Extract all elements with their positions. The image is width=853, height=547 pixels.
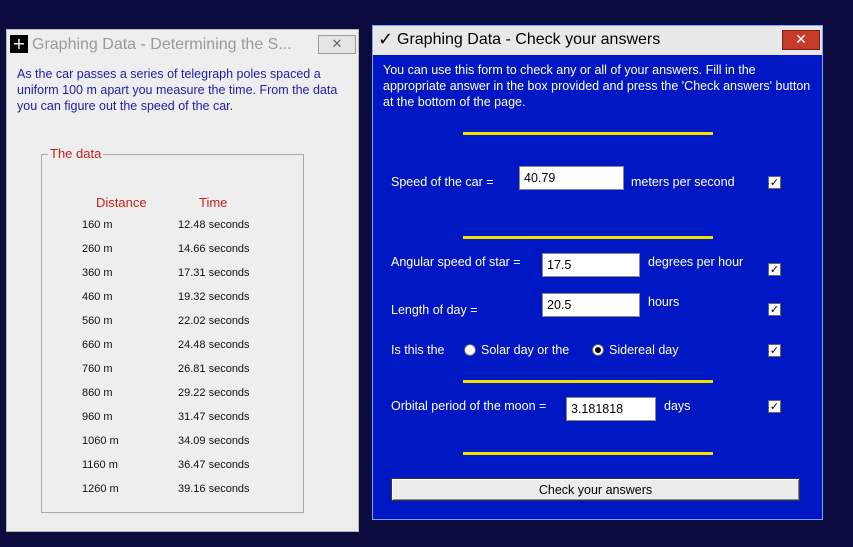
distance-cell: 1160 m bbox=[82, 459, 118, 471]
data-window: + Graphing Data - Determining the S... ✕… bbox=[6, 29, 359, 532]
day-type-checkbox[interactable]: ✓ bbox=[768, 344, 781, 357]
distance-cell: 1060 m bbox=[82, 435, 119, 447]
length-of-day-checkbox[interactable]: ✓ bbox=[768, 303, 781, 316]
data-intro-text: As the car passes a series of telegraph … bbox=[17, 67, 338, 113]
distance-cell: 460 m bbox=[82, 291, 113, 303]
sidereal-day-label: Sidereal day bbox=[609, 343, 679, 357]
time-cell: 17.31 seconds bbox=[178, 267, 250, 279]
distance-cell: 960 m bbox=[82, 411, 113, 423]
distance-cell: 260 m bbox=[82, 243, 113, 255]
data-group-label: The data bbox=[48, 146, 104, 161]
table-row: 1060 m 34.09 seconds bbox=[42, 435, 303, 459]
table-row: 160 m 12.48 seconds bbox=[42, 219, 303, 243]
speed-unit: meters per second bbox=[631, 175, 735, 189]
check-window-title: Graphing Data - Check your answers bbox=[397, 31, 661, 48]
close-button[interactable]: ✕ bbox=[782, 30, 820, 50]
table-row: 760 m 26.81 seconds bbox=[42, 363, 303, 387]
check-window-titlebar[interactable]: ✓ Graphing Data - Check your answers ✕ bbox=[373, 26, 822, 55]
table-row: 460 m 19.32 seconds bbox=[42, 291, 303, 315]
solar-day-radio[interactable] bbox=[464, 344, 476, 356]
sidereal-day-radio[interactable] bbox=[592, 344, 604, 356]
time-cell: 12.48 seconds bbox=[178, 219, 250, 231]
time-cell: 36.47 seconds bbox=[178, 459, 250, 471]
divider-line bbox=[463, 236, 713, 239]
check-intro-text: You can use this form to check any or al… bbox=[383, 63, 811, 109]
angular-speed-input[interactable] bbox=[542, 253, 640, 277]
angular-speed-checkbox[interactable]: ✓ bbox=[768, 263, 781, 276]
table-row: 1260 m 39.16 seconds bbox=[42, 483, 303, 507]
data-window-title: Graphing Data - Determining the S... bbox=[32, 36, 292, 53]
length-of-day-label: Length of day = bbox=[391, 303, 478, 317]
length-of-day-input[interactable] bbox=[542, 293, 640, 317]
distance-cell: 860 m bbox=[82, 387, 113, 399]
time-cell: 24.48 seconds bbox=[178, 339, 250, 351]
time-cell: 31.47 seconds bbox=[178, 411, 250, 423]
divider-line bbox=[463, 132, 713, 135]
distance-cell: 760 m bbox=[82, 363, 113, 375]
distance-cell: 560 m bbox=[82, 315, 113, 327]
divider-line bbox=[463, 452, 713, 455]
divider-line bbox=[463, 380, 713, 383]
table-row: 260 m 14.66 seconds bbox=[42, 243, 303, 267]
table-row: 660 m 24.48 seconds bbox=[42, 339, 303, 363]
orbital-period-unit: days bbox=[664, 399, 691, 413]
distance-cell: 160 m bbox=[82, 219, 113, 231]
day-type-label: Is this the bbox=[391, 343, 445, 357]
speed-label: Speed of the car = bbox=[391, 175, 494, 189]
close-button[interactable]: ✕ bbox=[318, 35, 356, 54]
angular-speed-unit: degrees per hour bbox=[648, 255, 744, 269]
orbital-period-input[interactable] bbox=[566, 397, 656, 421]
table-row: 360 m 17.31 seconds bbox=[42, 267, 303, 291]
data-group: The data Distance Time 160 m 12.48 second… bbox=[41, 146, 304, 513]
time-cell: 26.81 seconds bbox=[178, 363, 250, 375]
table-row: 860 m 29.22 seconds bbox=[42, 387, 303, 411]
distance-cell: 1260 m bbox=[82, 483, 119, 495]
orbital-period-label: Orbital period of the moon = bbox=[391, 399, 547, 413]
distance-cell: 360 m bbox=[82, 267, 113, 279]
speed-input[interactable] bbox=[519, 166, 624, 190]
time-cell: 19.32 seconds bbox=[178, 291, 250, 303]
time-cell: 22.02 seconds bbox=[178, 315, 250, 327]
angular-speed-label: Angular speed of star = bbox=[391, 255, 521, 269]
app-icon: + bbox=[10, 35, 28, 53]
solar-day-label: Solar day or the bbox=[481, 343, 570, 357]
check-window: ✓ Graphing Data - Check your answers ✕ Y… bbox=[372, 25, 823, 520]
speed-check-checkbox[interactable]: ✓ bbox=[768, 176, 781, 189]
table-row: 560 m 22.02 seconds bbox=[42, 315, 303, 339]
time-cell: 34.09 seconds bbox=[178, 435, 250, 447]
time-cell: 39.16 seconds bbox=[178, 483, 250, 495]
table-row: 1160 m 36.47 seconds bbox=[42, 459, 303, 483]
data-window-titlebar[interactable]: + Graphing Data - Determining the S... ✕ bbox=[7, 30, 358, 60]
table-row: 960 m 31.47 seconds bbox=[42, 411, 303, 435]
distance-cell: 660 m bbox=[82, 339, 113, 351]
distance-header: Distance bbox=[96, 195, 147, 210]
check-answers-button[interactable]: Check your answers bbox=[391, 478, 800, 501]
time-cell: 14.66 seconds bbox=[178, 243, 250, 255]
time-cell: 29.22 seconds bbox=[178, 387, 250, 399]
checkmark-icon: ✓ bbox=[378, 29, 394, 50]
length-of-day-unit: hours bbox=[648, 295, 680, 309]
time-header: Time bbox=[199, 195, 228, 210]
orbital-period-checkbox[interactable]: ✓ bbox=[768, 400, 781, 413]
